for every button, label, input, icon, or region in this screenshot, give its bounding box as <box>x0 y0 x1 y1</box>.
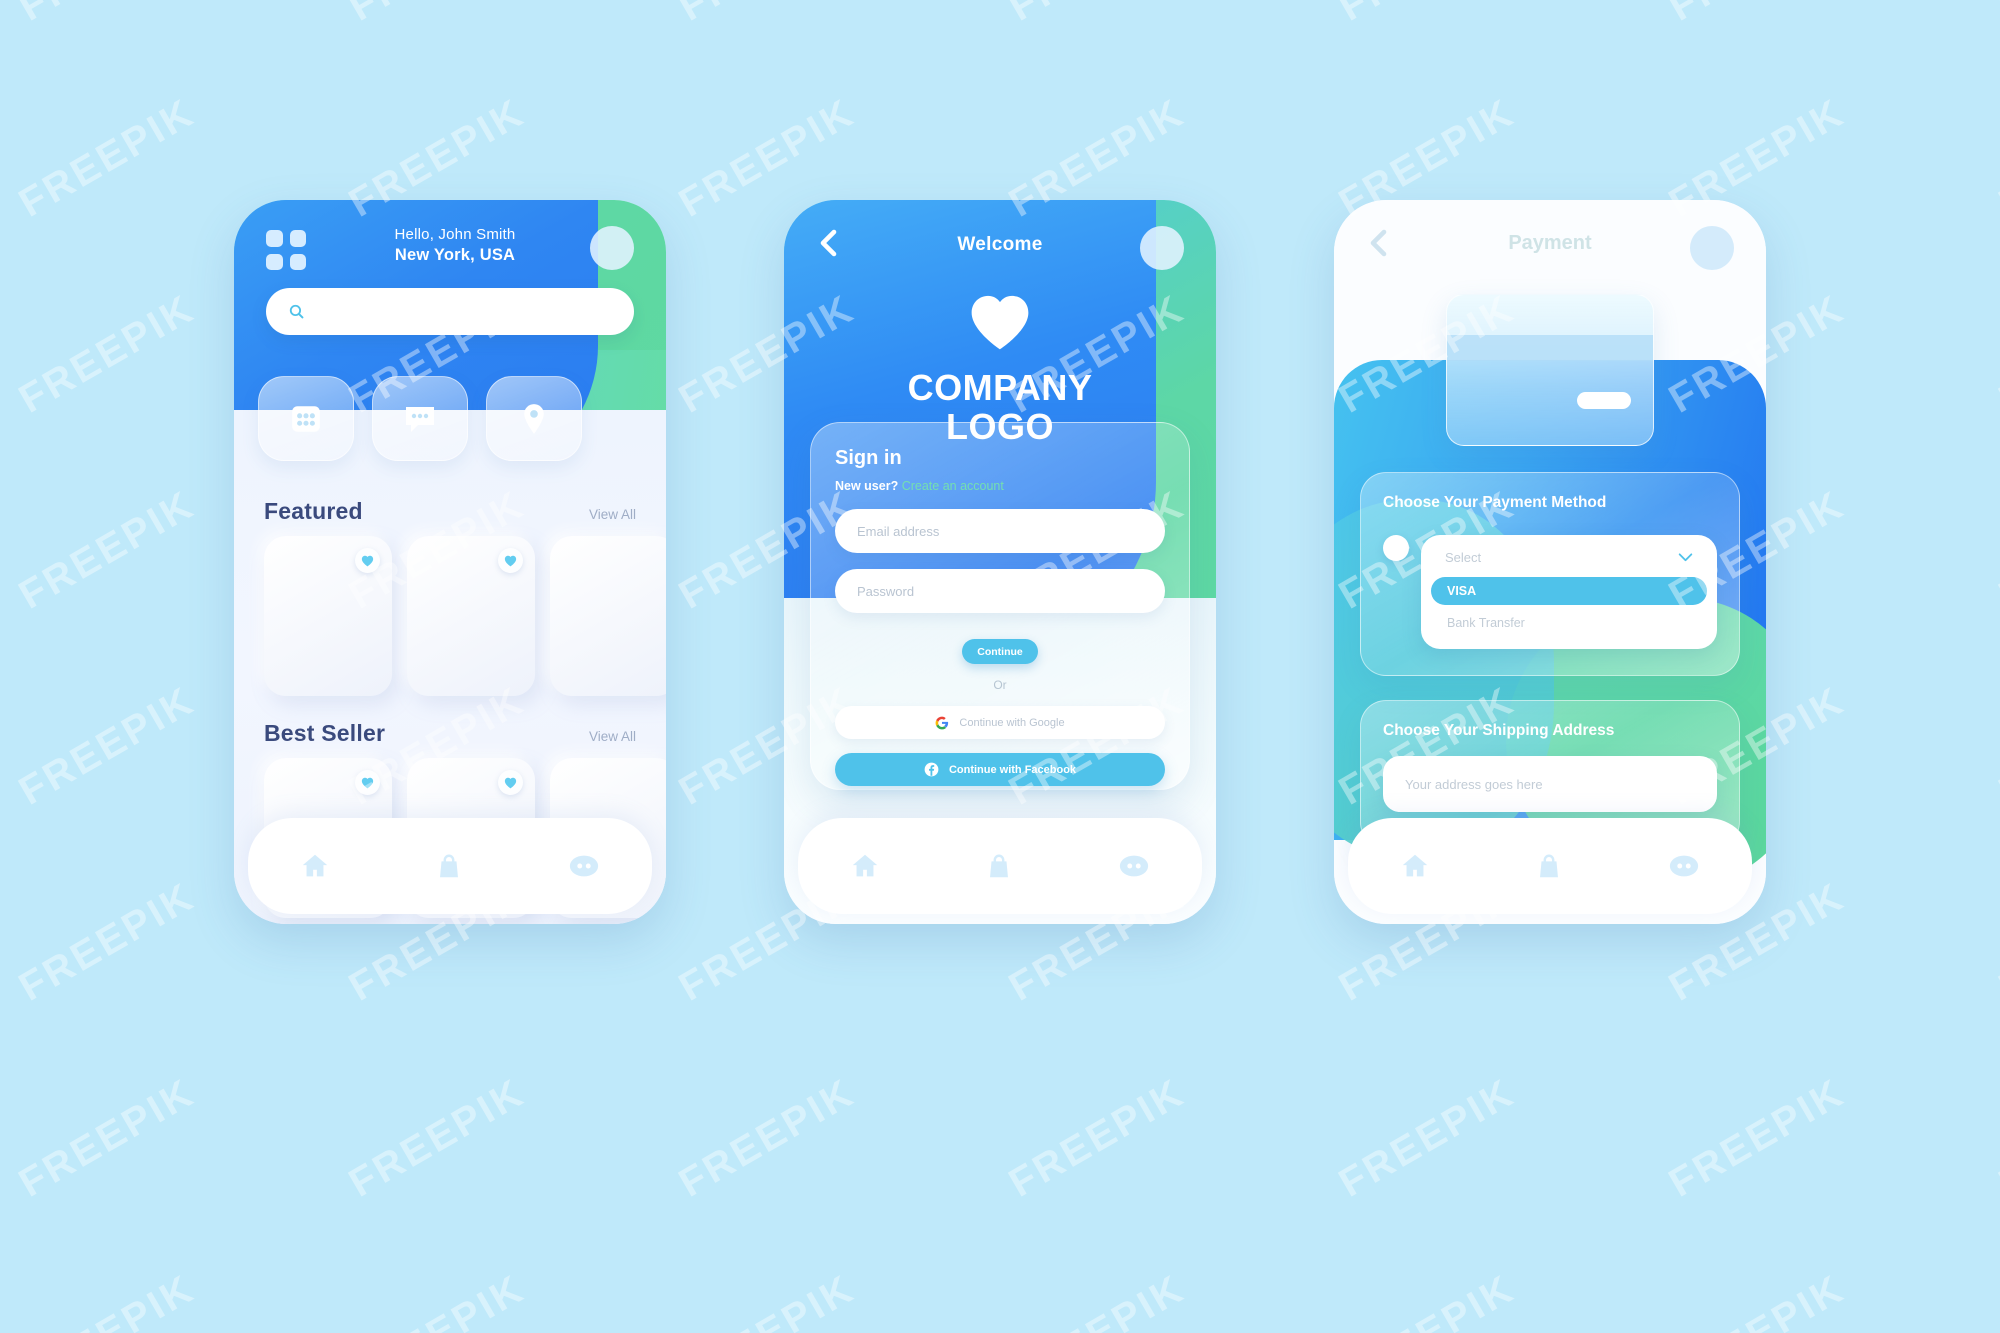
heart-icon <box>971 295 1029 350</box>
shipping-address-input[interactable]: Your address goes here <box>1383 756 1717 813</box>
more-dots-icon[interactable] <box>1668 852 1700 880</box>
shopping-bag-icon[interactable] <box>435 851 463 881</box>
card-number-placeholder <box>1577 392 1631 409</box>
view-all-link-best-seller[interactable]: View All <box>589 729 636 744</box>
chevron-left-icon <box>820 229 837 257</box>
new-user-label: New user? <box>835 479 899 493</box>
section-title: Featured <box>264 498 363 524</box>
signin-title: Sign in <box>835 447 902 469</box>
more-dots-icon[interactable] <box>1118 852 1150 880</box>
payment-method-title: Choose Your Payment Method <box>1383 494 1607 511</box>
credit-card-illustration <box>1446 294 1654 446</box>
bottom-navigation <box>248 818 652 914</box>
payment-method-select[interactable]: Select VISA Bank Transfer <box>1421 535 1717 650</box>
payment-option-visa[interactable]: VISA <box>1431 577 1707 606</box>
card-magnetic-stripe <box>1447 335 1653 361</box>
email-field[interactable]: Email address <box>835 509 1165 553</box>
email-placeholder: Email address <box>857 523 940 539</box>
payment-option-bank-transfer[interactable]: Bank Transfer <box>1431 609 1707 637</box>
product-card[interactable] <box>264 536 392 696</box>
google-button-label: Continue with Google <box>959 716 1065 729</box>
divider-label: Or <box>993 678 1007 692</box>
heart-icon <box>361 777 374 788</box>
favorite-button[interactable] <box>355 770 380 795</box>
signin-card: Sign in New user? Create an account Emai… <box>810 422 1190 790</box>
favorite-button[interactable] <box>498 770 523 795</box>
product-card-row-featured <box>264 536 666 696</box>
product-card[interactable] <box>550 536 666 696</box>
home-icon[interactable] <box>300 851 330 881</box>
section-header-featured: Featured View All <box>264 498 636 525</box>
product-card[interactable] <box>407 536 535 696</box>
select-placeholder: Select <box>1445 550 1482 566</box>
password-placeholder: Password <box>857 583 915 599</box>
quick-action-messages[interactable] <box>372 376 468 461</box>
chat-bubble-icon <box>406 406 434 432</box>
page-title: Welcome <box>957 234 1043 255</box>
create-account-link[interactable]: Create an account <box>902 479 1004 493</box>
phone-screen-payment: Payment Choose Your Payment Method Selec… <box>1334 200 1766 924</box>
back-button[interactable] <box>816 228 840 263</box>
facebook-button-label: Continue with Facebook <box>948 763 1077 776</box>
quick-action-location[interactable] <box>486 376 582 461</box>
apps-grid-icon <box>292 405 320 432</box>
heart-icon <box>361 555 374 566</box>
logo-line-1: COMPANY <box>907 367 1093 408</box>
continue-with-google-button[interactable]: Continue with Google <box>835 706 1165 739</box>
bottom-navigation <box>798 818 1202 914</box>
password-field[interactable]: Password <box>835 569 1165 613</box>
shipping-address-title: Choose Your Shipping Address <box>1383 722 1615 739</box>
user-avatar[interactable] <box>590 226 634 270</box>
home-icon[interactable] <box>1400 851 1430 881</box>
home-icon[interactable] <box>850 851 880 881</box>
quick-action-categories[interactable] <box>258 376 354 461</box>
favorite-button[interactable] <box>355 548 380 573</box>
map-pin-icon <box>524 403 544 434</box>
shopping-bag-icon[interactable] <box>985 851 1013 881</box>
heart-icon <box>504 555 517 566</box>
favorite-button[interactable] <box>498 548 523 573</box>
section-header-best-seller: Best Seller View All <box>264 720 636 747</box>
signin-subtitle: New user? Create an account <box>835 479 1165 493</box>
chevron-down-icon[interactable] <box>1678 553 1693 562</box>
section-title: Best Seller <box>264 720 386 746</box>
shopping-bag-icon[interactable] <box>1535 851 1563 881</box>
facebook-f-icon <box>924 762 939 777</box>
search-icon <box>289 304 304 319</box>
quick-actions-row <box>258 376 642 461</box>
view-all-link-featured[interactable]: View All <box>589 507 636 522</box>
continue-with-facebook-button[interactable]: Continue with Facebook <box>835 753 1165 786</box>
phone-screen-home: Hello, John Smith New York, USA Featured… <box>234 200 666 924</box>
payment-radio-button[interactable] <box>1383 535 1409 562</box>
phone-screen-welcome: Welcome COMPANY LOGO Sign in New user? C… <box>784 200 1216 924</box>
search-input[interactable] <box>266 288 634 335</box>
payment-method-panel: Choose Your Payment Method Select VISA B… <box>1360 472 1740 676</box>
page-title: Payment <box>1508 232 1592 254</box>
google-g-icon <box>935 716 949 729</box>
heart-icon <box>504 777 517 788</box>
shipping-address-placeholder: Your address goes here <box>1405 776 1543 792</box>
bottom-navigation <box>1348 818 1752 914</box>
more-dots-icon[interactable] <box>568 852 600 880</box>
continue-button[interactable]: Continue <box>962 639 1038 664</box>
